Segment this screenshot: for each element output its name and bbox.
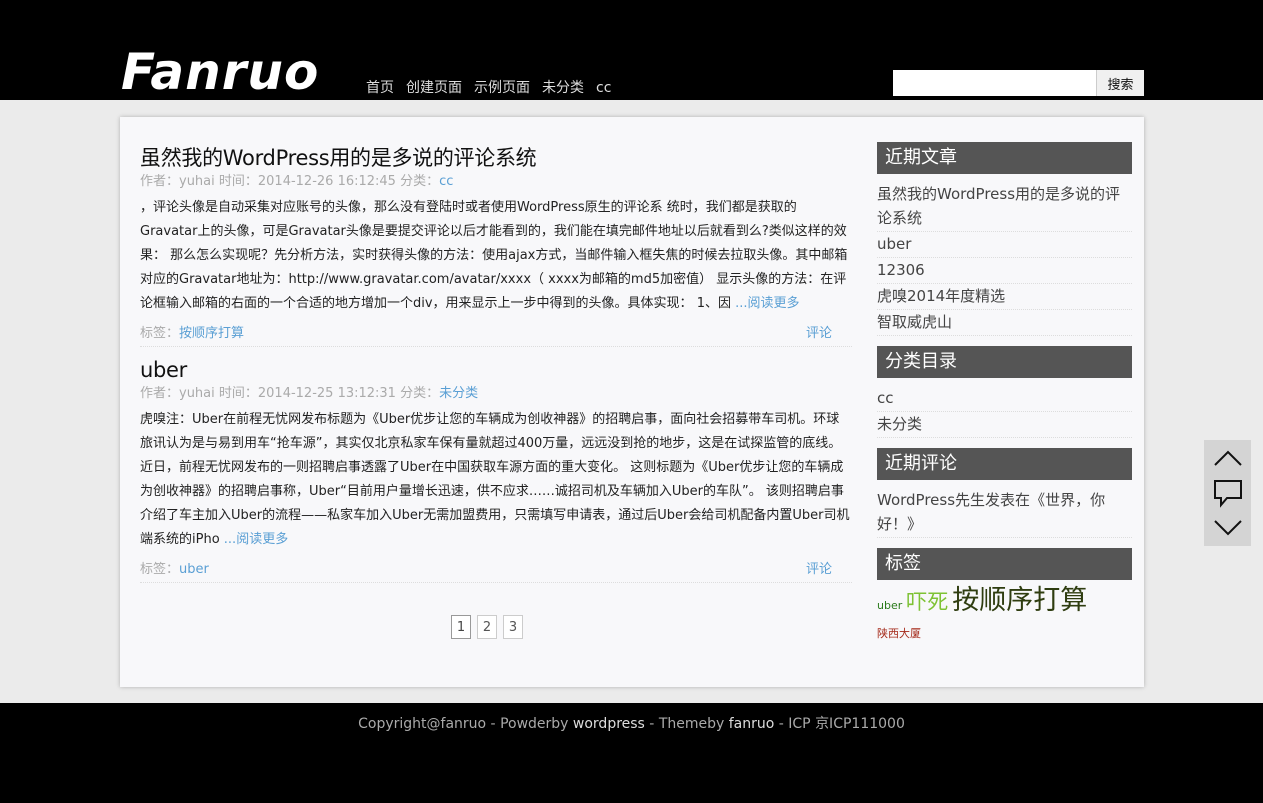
- comment-icon: [1213, 479, 1242, 508]
- copyright-text: Copyright@fanruo: [358, 716, 487, 732]
- recent-post-item[interactable]: uber: [877, 232, 1132, 258]
- comment-author[interactable]: WordPress先生: [877, 491, 985, 509]
- comment-link[interactable]: 评论: [806, 321, 832, 346]
- recent-comments-title: 近期评论: [877, 448, 1132, 480]
- nav-home[interactable]: 首页: [366, 79, 394, 97]
- recent-comments-list: WordPress先生发表在《世界，你好！》: [877, 480, 1132, 538]
- post: uber 作者：yuhai 时间：2014-12-25 13:12:31 分类：…: [140, 355, 852, 583]
- page-1[interactable]: 1: [451, 615, 471, 639]
- footer-separator: -: [486, 716, 501, 732]
- categories-title: 分类目录: [877, 346, 1132, 378]
- powered-label: Powderby: [500, 716, 573, 732]
- post-excerpt-text: ，评论头像是自动采集对应账号的头像，那么没有登陆时或者使用WordPress原生…: [140, 200, 848, 311]
- page-2[interactable]: 2: [477, 615, 497, 639]
- tag-cloud-item[interactable]: 陕西大厦: [877, 621, 921, 647]
- theme-link[interactable]: fanruo: [729, 716, 775, 732]
- tags-label: 标签：: [140, 326, 180, 341]
- tag-link[interactable]: uber: [179, 562, 209, 577]
- main-nav: 首页 创建页面 示例页面 未分类 cc: [366, 79, 611, 97]
- post-tags: 标签：按顺序打算: [140, 321, 244, 346]
- tag-cloud-item[interactable]: uber: [877, 593, 902, 619]
- recent-post-item[interactable]: 虎嗅2014年度精选: [877, 284, 1132, 310]
- sidebar: 近期文章 虽然我的WordPress用的是多说的评论系统 uber 12306 …: [877, 142, 1132, 647]
- post: 虽然我的WordPress用的是多说的评论系统 作者：yuhai 时间：2014…: [140, 143, 852, 347]
- tags-title: 标签: [877, 548, 1132, 580]
- pagination: 1 2 3: [451, 615, 523, 639]
- post-title[interactable]: uber: [140, 355, 852, 385]
- header: Fanruo 首页 创建页面 示例页面 未分类 cc 搜索: [0, 0, 1263, 100]
- post-meta: 作者：yuhai 时间：2014-12-26 16:12:45 分类：cc: [140, 173, 852, 191]
- icp-text: ICP 京ICP111000: [788, 716, 905, 732]
- theme-label: Themeby: [658, 716, 729, 732]
- read-more-link[interactable]: ...阅读更多: [224, 532, 288, 547]
- footer-copyright: Copyright@fanruo - Powderby wordpress - …: [0, 715, 1263, 733]
- site-logo[interactable]: Fanruo: [121, 44, 319, 100]
- comment-link[interactable]: 评论: [806, 557, 832, 582]
- post-footer: 标签：按顺序打算 评论: [140, 321, 852, 347]
- search-input[interactable]: [893, 70, 1096, 96]
- recent-posts-title: 近期文章: [877, 142, 1132, 174]
- post-category-link[interactable]: 未分类: [439, 386, 478, 401]
- wordpress-link[interactable]: wordpress: [573, 716, 645, 732]
- chevron-up-icon: [1213, 450, 1242, 466]
- post-meta-text: 作者：yuhai 时间：2014-12-26 16:12:45 分类：: [140, 174, 440, 189]
- side-tools: [1204, 440, 1251, 546]
- page-3[interactable]: 3: [503, 615, 523, 639]
- post-excerpt-text: 虎嗅注：Uber在前程无忧网发布标题为《Uber优步让您的车辆成为创收神器》的招…: [140, 412, 850, 547]
- post-tags: 标签：uber: [140, 557, 209, 582]
- nav-sample-page[interactable]: 示例页面: [474, 79, 530, 97]
- recent-comment-item: WordPress先生发表在《世界，你好！》: [877, 488, 1132, 538]
- post-excerpt: ，评论头像是自动采集对应账号的头像，那么没有登陆时或者使用WordPress原生…: [140, 196, 852, 316]
- tag-cloud: uber 吓死 按顺序打算陕西大厦: [877, 580, 1132, 647]
- comment-button[interactable]: [1204, 475, 1251, 510]
- post-title[interactable]: 虽然我的WordPress用的是多说的评论系统: [140, 143, 852, 173]
- recent-post-item[interactable]: 虽然我的WordPress用的是多说的评论系统: [877, 182, 1132, 232]
- recent-posts-list: 虽然我的WordPress用的是多说的评论系统 uber 12306 虎嗅201…: [877, 174, 1132, 336]
- category-item[interactable]: cc: [877, 386, 1132, 412]
- nav-create-page[interactable]: 创建页面: [406, 79, 462, 97]
- tag-cloud-item[interactable]: 吓死: [906, 589, 948, 615]
- read-more-link[interactable]: ...阅读更多: [735, 296, 799, 311]
- post-meta: 作者：yuhai 时间：2014-12-25 13:12:31 分类：未分类: [140, 385, 852, 403]
- tags-label: 标签：: [140, 562, 180, 577]
- comment-on-label: 发表在: [985, 491, 1031, 509]
- categories-list: cc 未分类: [877, 378, 1132, 438]
- post-excerpt: 虎嗅注：Uber在前程无忧网发布标题为《Uber优步让您的车辆成为创收神器》的招…: [140, 408, 852, 552]
- recent-post-item[interactable]: 12306: [877, 258, 1132, 284]
- post-list: 虽然我的WordPress用的是多说的评论系统 作者：yuhai 时间：2014…: [140, 143, 852, 591]
- search-button[interactable]: 搜索: [1096, 70, 1144, 96]
- footer-separator: -: [644, 716, 659, 732]
- post-footer: 标签：uber 评论: [140, 557, 852, 583]
- scroll-down-button[interactable]: [1204, 510, 1251, 545]
- recent-post-item[interactable]: 智取威虎山: [877, 310, 1132, 336]
- post-meta-text: 作者：yuhai 时间：2014-12-25 13:12:31 分类：: [140, 386, 440, 401]
- chevron-down-icon: [1213, 519, 1242, 535]
- category-item[interactable]: 未分类: [877, 412, 1132, 438]
- post-category-link[interactable]: cc: [439, 174, 453, 189]
- tag-link[interactable]: 按顺序打算: [179, 326, 244, 341]
- nav-uncategorized[interactable]: 未分类: [542, 79, 584, 97]
- footer-separator: -: [774, 716, 789, 732]
- nav-cc[interactable]: cc: [596, 79, 611, 97]
- main-container: 虽然我的WordPress用的是多说的评论系统 作者：yuhai 时间：2014…: [120, 117, 1144, 687]
- tag-cloud-item[interactable]: 按顺序打算: [952, 587, 1087, 614]
- footer: Copyright@fanruo - Powderby wordpress - …: [0, 703, 1263, 803]
- scroll-up-button[interactable]: [1204, 440, 1251, 475]
- search-form: 搜索: [893, 70, 1144, 96]
